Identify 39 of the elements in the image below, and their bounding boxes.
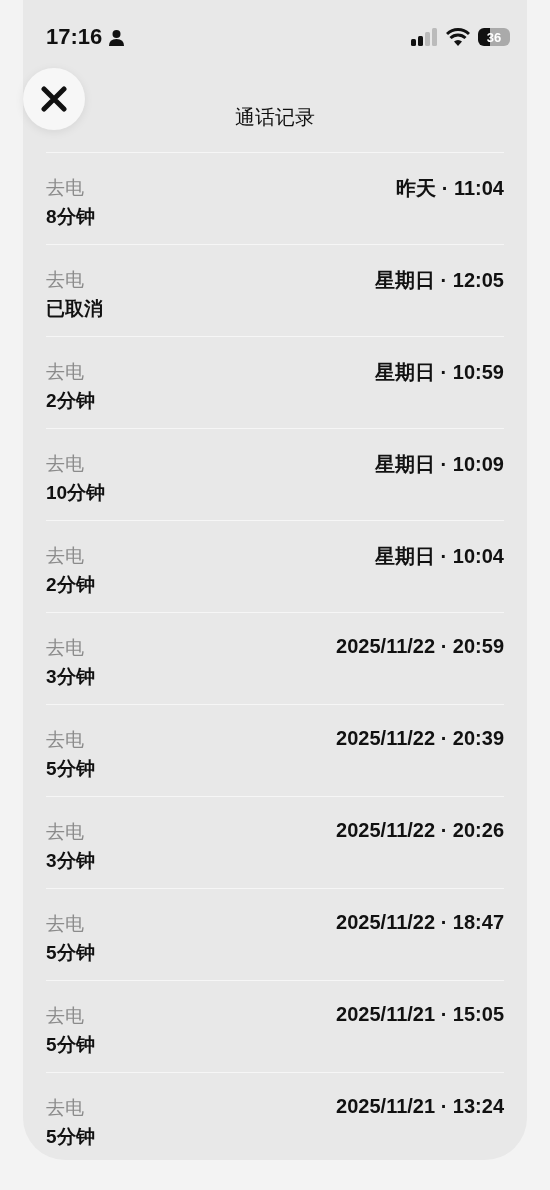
call-direction: 去电: [46, 820, 85, 844]
call-duration: 2分钟: [46, 389, 95, 413]
call-time: 2025/11/21 · 13:24: [336, 1095, 504, 1119]
call-direction: 去电: [46, 1004, 85, 1028]
screen-title: 通话记录: [235, 104, 315, 130]
call-time: 星期日 · 10:04: [375, 544, 504, 569]
close-icon: [41, 86, 67, 112]
call-time: 2025/11/22 · 20:26: [336, 819, 504, 843]
call-time: 2025/11/22 · 20:59: [336, 635, 504, 659]
call-direction: 去电: [46, 360, 85, 384]
call-duration: 5分钟: [46, 1125, 95, 1149]
call-duration: 10分钟: [46, 481, 106, 505]
call-duration: 已取消: [46, 297, 103, 321]
signal-icon: [411, 28, 438, 46]
call-direction: 去电: [46, 728, 85, 752]
call-direction: 去电: [46, 544, 85, 568]
call-direction: 去电: [46, 912, 85, 936]
call-time: 星期日 · 10:59: [375, 360, 504, 385]
clock-time: 17:16: [46, 24, 103, 50]
call-direction: 去电: [46, 268, 85, 292]
call-time: 星期日 · 12:05: [375, 268, 504, 293]
call-duration: 8分钟: [46, 205, 95, 229]
call-duration: 2分钟: [46, 573, 95, 597]
call-direction: 去电: [46, 1096, 85, 1120]
call-duration: 3分钟: [46, 665, 95, 689]
call-duration: 5分钟: [46, 941, 95, 965]
call-time: 星期日 · 10:09: [375, 452, 504, 477]
call-time: 昨天 · 11:04: [396, 176, 504, 201]
call-duration: 5分钟: [46, 757, 95, 781]
call-direction: 去电: [46, 176, 85, 200]
person-icon: [108, 28, 126, 46]
call-time: 2025/11/22 · 18:47: [336, 911, 504, 935]
call-duration: 3分钟: [46, 849, 95, 873]
wifi-icon: [446, 28, 470, 46]
call-time: 2025/11/21 · 15:05: [336, 1003, 504, 1027]
call-duration: 5分钟: [46, 1033, 95, 1057]
call-direction: 去电: [46, 636, 85, 660]
call-direction: 去电: [46, 452, 85, 476]
call-time: 2025/11/22 · 20:39: [336, 727, 504, 751]
